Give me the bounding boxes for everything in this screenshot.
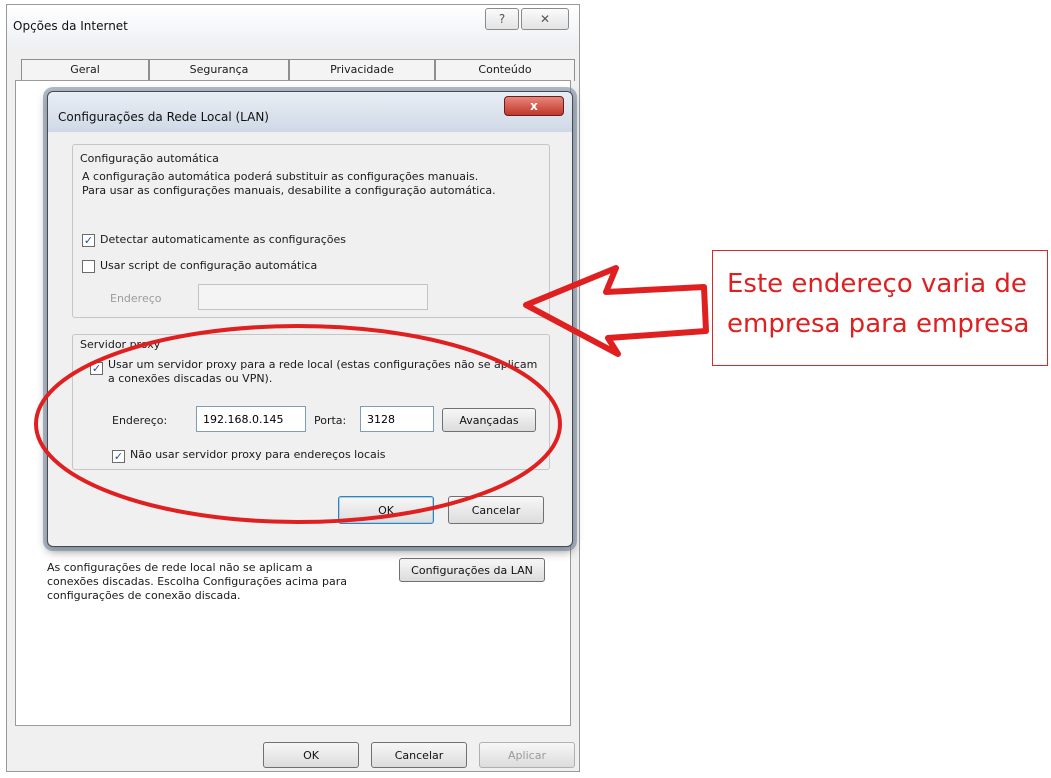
dialog-cancel-button[interactable]: Cancelar <box>448 496 544 524</box>
window-titlebar: Opções da Internet ? ✕ <box>7 5 579 45</box>
callout-line-1: Este endereço varia de <box>727 269 1027 299</box>
dialog-title: Configurações da Rede Local (LAN) <box>58 110 269 124</box>
proxy-legend: Servidor proxy <box>78 338 163 351</box>
script-address-input <box>198 284 428 310</box>
cancel-button[interactable]: Cancelar <box>371 742 467 768</box>
tab-privacidade[interactable]: Privacidade <box>289 59 435 81</box>
check-icon: ✓ <box>83 234 94 247</box>
proxy-port-input[interactable] <box>360 406 434 432</box>
tab-conteudo[interactable]: Conteúdo <box>435 59 575 81</box>
close-window-button[interactable]: ✕ <box>521 8 569 30</box>
help-button[interactable]: ? <box>485 8 519 30</box>
window-title: Opções da Internet <box>13 19 128 33</box>
dialog-titlebar: Configurações da Rede Local (LAN) x <box>48 92 572 132</box>
proxy-address-label: Endereço: <box>112 414 168 427</box>
help-icon: ? <box>498 12 506 26</box>
lan-settings-button[interactable]: Configurações da LAN <box>399 558 545 582</box>
proxy-port-label: Porta: <box>314 414 347 427</box>
script-address-label: Endereço <box>110 292 162 305</box>
annotation-callout: Este endereço varia de empresa para empr… <box>712 250 1048 366</box>
ok-button[interactable]: OK <box>263 742 359 768</box>
apply-button[interactable]: Aplicar <box>479 742 575 768</box>
lan-note-text: As configurações de rede local não se ap… <box>47 561 348 602</box>
use-proxy-checkbox[interactable]: ✓ <box>90 362 103 375</box>
close-icon: ✕ <box>539 12 551 26</box>
tab-geral[interactable]: Geral <box>21 59 149 81</box>
auto-config-description: A configuração automática poderá substit… <box>82 170 496 197</box>
bypass-local-checkbox[interactable]: ✓ <box>112 450 125 463</box>
internet-options-window: Opções da Internet ? ✕ Geral Segurança P… <box>6 4 580 772</box>
dialog-ok-button[interactable]: OK <box>338 496 434 524</box>
check-icon: ✓ <box>113 450 124 463</box>
auto-config-legend: Configuração automática <box>78 152 221 165</box>
bypass-local-label: Não usar servidor proxy para endereços l… <box>130 448 386 461</box>
detect-settings-checkbox[interactable]: ✓ <box>82 234 95 247</box>
use-proxy-label: Usar um servidor proxy para a rede local… <box>108 358 538 385</box>
proxy-address-input[interactable] <box>196 406 306 432</box>
auto-config-script-checkbox[interactable] <box>82 260 95 273</box>
tab-seguranca[interactable]: Segurança <box>149 59 289 81</box>
advanced-button[interactable]: Avançadas <box>442 408 536 432</box>
callout-line-2: empresa para empresa <box>727 309 1030 339</box>
check-icon: ✓ <box>91 362 102 375</box>
auto-config-script-label: Usar script de configuração automática <box>100 259 318 272</box>
close-dialog-button[interactable]: x <box>504 96 564 116</box>
lan-settings-dialog: Configurações da Rede Local (LAN) x Conf… <box>47 91 573 547</box>
close-icon: x <box>530 99 538 113</box>
detect-settings-label: Detectar automaticamente as configuraçõe… <box>100 233 346 246</box>
